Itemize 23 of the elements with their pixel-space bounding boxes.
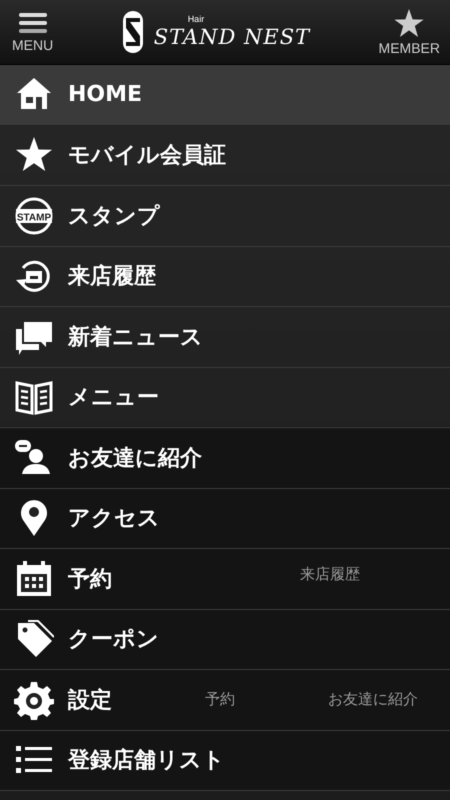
calendar-icon — [14, 558, 54, 599]
tile-label: 来店履歴 — [300, 565, 360, 584]
tile-label: 予約 — [205, 690, 235, 709]
logo-icon — [122, 10, 144, 54]
menu-item[interactable]: 来店履歴 — [0, 246, 450, 307]
stamp-icon: STAMP — [14, 196, 54, 236]
menu-item[interactable]: メニュー — [0, 368, 450, 428]
logo-caption: Hair — [188, 14, 204, 24]
logo-text: STAND NEST — [154, 24, 310, 50]
menu-icon — [18, 12, 47, 34]
menu-item[interactable]: アクセス — [0, 488, 450, 549]
menu-item[interactable]: 新着ニュース — [0, 307, 450, 368]
star-icon — [394, 8, 424, 36]
menu-item[interactable]: モバイル会員証 — [0, 126, 450, 186]
settings-icon — [14, 680, 54, 720]
tile-label: お友達に紹介 — [328, 690, 418, 709]
menu-button[interactable]: MENU — [12, 12, 54, 52]
menu-item[interactable]: STAMP スタンプ — [0, 186, 450, 246]
menu-item[interactable]: HOME — [0, 65, 450, 126]
menu-item[interactable]: クーポン — [0, 610, 450, 670]
member-button[interactable]: MEMBER — [378, 8, 440, 56]
menu-item[interactable]: 登録店舗リスト — [0, 730, 450, 791]
menu-item[interactable]: お友達に紹介 — [0, 428, 450, 488]
